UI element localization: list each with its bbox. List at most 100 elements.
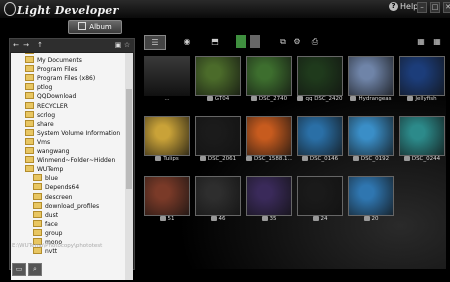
scroll-thumb[interactable] [126, 89, 132, 189]
compare-icon[interactable]: ⧉ [276, 35, 290, 48]
preview-eye-icon[interactable]: ◉ [180, 35, 194, 48]
album-tab[interactable]: Album [68, 20, 122, 34]
tree-item[interactable]: RECYCLER [11, 101, 125, 111]
thumbnail-image [246, 56, 292, 96]
thumbnail-image [297, 116, 343, 156]
close-button[interactable]: ✕ [443, 2, 450, 13]
folder-icon [25, 110, 34, 118]
thumbnail-item[interactable]: 35 [246, 176, 292, 223]
forward-icon[interactable]: → [22, 41, 30, 49]
thumbnail-item[interactable]: 46 [195, 176, 241, 223]
thumbnail-item[interactable]: Tulips [144, 116, 190, 163]
tree-item[interactable]: scrlog [11, 110, 125, 120]
tree-item[interactable]: Depends64 [11, 183, 125, 192]
thumbnail-image [144, 116, 190, 156]
thumbnail-item[interactable]: DSC_2061 [195, 116, 241, 163]
folder-icon [33, 192, 42, 200]
thumbnail-label: DSC_0146 [309, 156, 339, 162]
folder-icon [25, 74, 34, 82]
tree-item[interactable]: descreen [11, 192, 125, 202]
thumbnail-caption: DSC_2740 [246, 96, 292, 103]
tree-item[interactable]: Vms [11, 137, 125, 147]
maximize-button[interactable]: □ [430, 2, 440, 13]
thumbnail-label: 24 [320, 216, 328, 222]
thumbnail-caption: DSC_1588.1... [246, 156, 292, 163]
thumbnail-caption: 51 [144, 216, 190, 223]
thumbnail-item[interactable]: 24 [297, 176, 343, 223]
thumbnail-item[interactable]: GT04 [195, 56, 241, 103]
tree-item-label: Vms [37, 138, 51, 146]
tree-item[interactable]: My Documents [11, 56, 125, 65]
search-icon[interactable]: ⌕ [28, 263, 42, 276]
help-button[interactable]: ? Help [389, 2, 418, 11]
color-tag-gray-icon[interactable] [250, 35, 260, 48]
thumbnail-caption: 24 [297, 216, 343, 223]
thumbnail-item[interactable]: ... [144, 56, 190, 103]
back-icon[interactable]: ← [12, 41, 20, 49]
tree-item[interactable]: wangwang [11, 147, 125, 156]
tree-item[interactable]: QQDownload [11, 92, 125, 101]
tree-item[interactable]: System Volume Information [11, 128, 125, 138]
folder-icon [33, 174, 42, 182]
list-view-icon[interactable]: ☰ [144, 35, 166, 50]
thumbnail-item[interactable]: qq DSC_2420 [297, 56, 343, 103]
folder-icon [25, 83, 34, 91]
tools-icon[interactable]: ⚙ [290, 35, 304, 48]
tree-item[interactable]: Program Files (x86) [11, 74, 125, 83]
tree-item[interactable]: share [11, 119, 125, 129]
thumbnail-label: DSC_0244 [411, 156, 441, 162]
thumbnail-caption: DSC_2061 [195, 156, 241, 163]
thumbnail-caption: DSC_0244 [399, 156, 445, 163]
thumbnail-item[interactable]: Hydrangeas [348, 56, 394, 103]
tree-item[interactable]: download_profiles [11, 201, 125, 211]
thumbnail-image [399, 116, 445, 156]
up-folder-icon[interactable]: ↑ [36, 41, 44, 49]
tree-item[interactable]: blue [11, 174, 125, 183]
thumbnail-label: Hydrangeas [358, 96, 392, 102]
new-folder-icon[interactable]: ▣ [114, 41, 122, 49]
favorite-icon[interactable]: ☆ [123, 41, 131, 49]
thumbnail-item[interactable]: Jellyfish [399, 56, 445, 103]
badge-icon [206, 96, 213, 101]
minimize-button[interactable]: – [417, 2, 427, 13]
view-toolbar: ☰ ◉ ⬒ ⧉ ⚙ ⎙ ▦ ▦ [140, 33, 446, 51]
badge-icon [155, 156, 162, 161]
thumbnail-caption: Hydrangeas [348, 96, 394, 103]
tree-item-label: wangwang [37, 148, 70, 156]
thumbnail-caption: DSC_0192 [348, 156, 394, 163]
tree-item[interactable]: Program Files [11, 65, 125, 74]
help-label: Help [400, 2, 419, 11]
thumbnail-image [144, 56, 190, 96]
badge-icon [312, 216, 319, 221]
thumbnail-item[interactable]: DSC_0244 [399, 116, 445, 163]
tree-item[interactable]: WUTemp [11, 165, 125, 174]
thumbnail-caption: qq DSC_2420 [297, 96, 343, 103]
thumbnail-label: ... [164, 96, 170, 102]
badge-icon [297, 96, 304, 101]
thumb-size-icon[interactable]: ▦ [416, 35, 426, 48]
tree-item[interactable]: face [11, 219, 125, 229]
thumbnail-item[interactable]: DSC_2740 [246, 56, 292, 103]
folder-view-icon[interactable]: ▭ [12, 263, 26, 276]
thumbnail-label: DSC_0192 [360, 156, 390, 162]
tree-item[interactable]: group [11, 228, 125, 238]
tree-item[interactable]: ptlog [11, 83, 125, 92]
grid-view-icon[interactable]: ▦ [430, 35, 444, 48]
tree-item[interactable]: dust [11, 210, 125, 220]
color-tag-green-icon[interactable] [236, 35, 246, 48]
import-icon[interactable]: ⬒ [208, 35, 222, 48]
thumbnail-item[interactable]: 20 [348, 176, 394, 223]
thumbnail-image [195, 176, 241, 216]
thumbnail-item[interactable]: DSC_1588.1... [246, 116, 292, 163]
badge-icon [301, 156, 308, 161]
thumbnail-item[interactable]: DSC_0192 [348, 116, 394, 163]
tree-item-label: Winmend~Folder~Hidden [37, 157, 116, 165]
thumbnail-item[interactable]: DSC_0146 [297, 116, 343, 163]
folder-icon [33, 228, 42, 236]
thumbnail-item[interactable]: 51 [144, 176, 190, 223]
tree-item-label: ptlog [37, 84, 53, 92]
tree-item[interactable]: Winmend~Folder~Hidden [11, 156, 125, 165]
thumbnail-caption: ... [144, 96, 190, 103]
print-icon[interactable]: ⎙ [308, 35, 322, 48]
tree-item-label: descreen [45, 193, 73, 201]
